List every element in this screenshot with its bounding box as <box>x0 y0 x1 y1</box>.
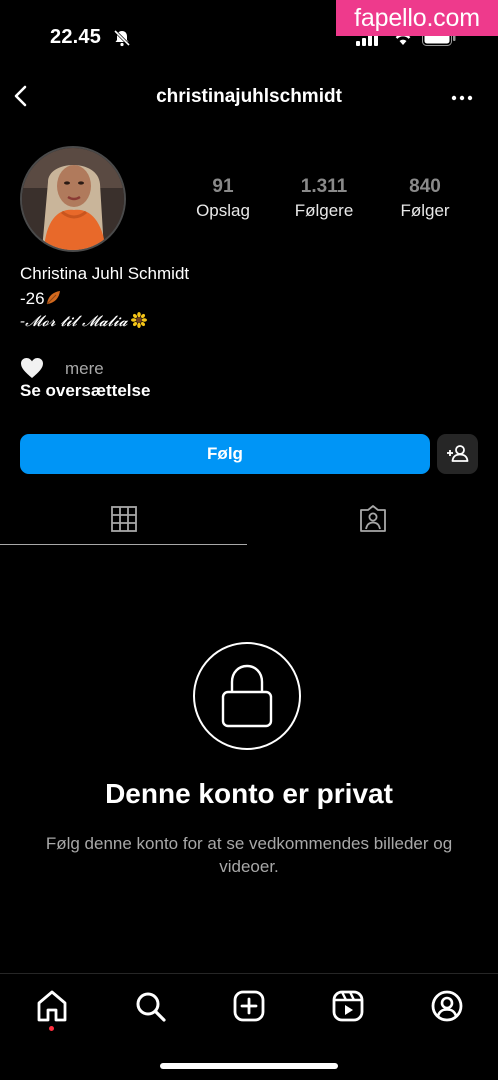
stat-posts-label: Opslag <box>196 201 250 220</box>
stat-posts: 91 Opslag <box>178 176 268 221</box>
bio-name: Christina Juhl Schmidt <box>20 264 190 283</box>
avatar[interactable] <box>20 146 126 252</box>
profile-icon[interactable] <box>429 988 465 1024</box>
create-post-icon[interactable] <box>231 988 267 1024</box>
status-time: 22.45 <box>50 26 102 48</box>
see-translation-link[interactable]: Se oversættelse <box>20 381 150 401</box>
lock-icon <box>193 642 301 750</box>
search-icon[interactable] <box>132 988 168 1024</box>
grid-icon <box>111 506 137 532</box>
tab-posts-grid[interactable] <box>0 496 248 546</box>
stat-following-label: Følger <box>400 201 450 220</box>
profile-username: christinajuhlschmidt <box>156 86 342 107</box>
stat-followers-count: 1.311 <box>300 176 348 197</box>
active-tab-indicator <box>0 544 247 545</box>
stat-posts-count: 91 <box>212 176 234 197</box>
more-icon[interactable] <box>450 94 474 102</box>
autumn-leaf-emoji-icon <box>46 291 60 305</box>
bio-line-age: -26 <box>20 289 61 309</box>
bio-mother-text: -𝓜𝓸𝓻 𝓽𝓲𝓵 𝓜𝓪𝓵𝓲𝓪 <box>20 312 128 330</box>
avatar-photo <box>22 148 124 250</box>
watermark: fapello.com <box>336 0 498 36</box>
reels-icon[interactable] <box>330 988 366 1024</box>
home-indicator <box>160 1063 338 1069</box>
home-icon[interactable] <box>34 988 70 1024</box>
stat-following: 840 Følger <box>380 176 470 221</box>
bio-more-link[interactable]: mere <box>65 359 104 379</box>
white-heart-emoji-icon <box>21 358 43 378</box>
bio-age-text: -26 <box>20 289 45 308</box>
follow-button[interactable]: Følg <box>20 434 430 474</box>
add-person-icon <box>447 445 469 462</box>
bio-line-mother: -𝓜𝓸𝓻 𝓽𝓲𝓵 𝓜𝓪𝓵𝓲𝓪 <box>20 311 147 331</box>
notification-dot <box>49 1026 54 1031</box>
tagged-icon <box>360 505 386 532</box>
private-account-title: Denne konto er privat <box>105 778 393 809</box>
tab-tagged[interactable] <box>250 496 498 546</box>
private-account-description: Følg denne konto for at se vedkommendes … <box>45 834 453 876</box>
stat-followers: 1.311 Følgere <box>279 176 369 221</box>
bell-muted-icon <box>113 29 131 47</box>
stat-followers-label: Følgere <box>294 201 354 220</box>
bottom-nav-divider <box>0 973 498 974</box>
sunflower-emoji-icon <box>130 312 147 328</box>
stat-following-count: 840 <box>409 176 441 197</box>
suggested-users-button[interactable] <box>437 434 478 474</box>
